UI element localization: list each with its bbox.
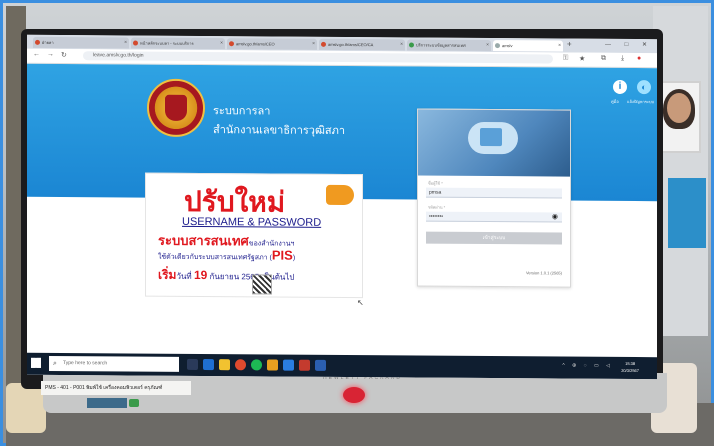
download-icon[interactable]: ⤓ [621, 55, 624, 63]
close-tab-icon[interactable]: × [312, 39, 315, 50]
asset-sticker: PMS - 401 - P001 พิมพ์ใช้ เครื่องคอมพิวเ… [41, 381, 191, 395]
window-controls[interactable]: — □ ✕ [605, 41, 653, 48]
show-password-icon[interactable]: ◉ [552, 212, 558, 222]
calendar-icon [480, 127, 502, 147]
tab-2[interactable]: หน้าหลักระบบลา - ระบบบริการ × [131, 37, 225, 50]
windows-taskbar: ⌕ Type here to search ^ ⊕ ◌ ▭ ◁ 15:38 20… [27, 352, 657, 380]
tab-1[interactable]: ฝ่ายลา × [33, 36, 129, 49]
poster-day: 19 [193, 267, 208, 283]
close-tab-icon[interactable]: × [220, 38, 223, 49]
tab-label: บริการระบบข้อมูลสารสนเทศ [416, 42, 466, 48]
blue-box [668, 178, 706, 248]
favicon-icon [495, 43, 500, 49]
favicon-icon [321, 41, 326, 47]
favicon-icon [409, 42, 414, 48]
cup-left [6, 383, 46, 433]
profile-icon[interactable]: ● [637, 55, 641, 62]
green-tag-icon [129, 399, 139, 407]
forward-button[interactable]: → [47, 51, 54, 58]
qr-code-icon [252, 274, 272, 295]
password-value: •••••••• [429, 213, 444, 220]
senate-emblem-icon [147, 78, 205, 138]
favicon-icon [35, 39, 40, 45]
login-button[interactable]: เข้าสู่ระบบ [426, 231, 562, 245]
password-label: รหัสผ่าน * [428, 204, 446, 210]
line-app-icon[interactable] [251, 359, 262, 371]
star-icon[interactable]: ★ [579, 55, 585, 63]
key-icon[interactable]: ⚿ [563, 55, 568, 63]
password-field[interactable]: •••••••• ◉ [426, 211, 562, 223]
emblem-shield [165, 94, 187, 121]
favicon-icon [133, 40, 138, 46]
file-explorer-icon[interactable] [219, 359, 230, 371]
word-icon[interactable] [315, 359, 326, 371]
username-label: ชื่อผู้ใช้ * [428, 180, 443, 186]
poster-line-2: ใช้ตัวเดียวกับระบบสารสนเทศรัฐสภา (PIS) [158, 247, 295, 264]
portrait-face [667, 93, 691, 123]
close-tab-icon[interactable]: × [124, 37, 127, 48]
taskbar-search-input[interactable]: ⌕ Type here to search [49, 355, 179, 372]
page: ระบบการลา สำนักงานเลขาธิการวุฒิสภา i ◐ ค… [27, 63, 657, 351]
poster-credentials: USERNAME & PASSWORD [182, 215, 322, 229]
powerpoint-icon[interactable] [299, 359, 310, 371]
page-subtitle: สำนักงานเลขาธิการวุฒิสภา [213, 124, 346, 138]
close-tab-icon[interactable]: × [400, 39, 403, 50]
close-tab-icon[interactable]: × [486, 40, 489, 51]
power-light-icon [343, 387, 365, 403]
clock-date: 20/3/2567 [621, 367, 639, 374]
mouse-cursor-icon: ↖ [357, 298, 364, 308]
tab-label: amslv.go.th/ams/CEO/CA [328, 41, 374, 48]
search-placeholder: Type here to search [63, 360, 108, 367]
system-tray[interactable]: ^ ⊕ ◌ ▭ ◁ [562, 363, 613, 369]
username-field[interactable]: pmsa [426, 187, 562, 199]
favicon-icon [229, 41, 234, 47]
announcement-poster: ปรับใหม่ USERNAME & PASSWORD ระบบสารสนเท… [145, 172, 363, 299]
close-tab-icon[interactable]: × [558, 41, 561, 52]
poster-line-3: เริ่มวันที่ 19 กันยายน 2565 เป็นต้นไป [158, 266, 294, 286]
back-button[interactable]: ← [33, 51, 40, 58]
tab-5[interactable]: บริการระบบข้อมูลสารสนเทศ × [407, 39, 491, 52]
search-icon: ⌕ [53, 359, 57, 368]
folder-icon[interactable] [267, 359, 278, 371]
tab-3[interactable]: amslv.go.th/ams/CEO × [227, 38, 317, 50]
asset-label [87, 398, 127, 408]
tab-label: ฝ่ายลา [42, 39, 54, 45]
task-view-icon[interactable] [187, 358, 198, 370]
edge-icon[interactable] [203, 359, 214, 371]
windows-start-icon[interactable] [31, 357, 41, 368]
poster-pis: PIS [271, 247, 293, 263]
poster-start: เริ่ม [158, 267, 177, 282]
tab-label: หน้าหลักระบบลา - ระบบบริการ [140, 40, 194, 46]
poster-date-prefix: วันที่ [176, 271, 194, 281]
reload-button[interactable]: ↻ [61, 51, 67, 59]
poster-same-as: ใช้ตัวเดียวกับระบบสารสนเทศรัฐสภา ( [158, 253, 272, 262]
chrome-icon[interactable] [235, 359, 246, 371]
login-header-image [418, 109, 570, 177]
login-card: ชื่อผู้ใช้ * pmsa รหัสผ่าน * •••••••• ◉ … [417, 108, 571, 288]
store-icon[interactable] [283, 359, 294, 371]
tab-label: amslv [502, 43, 513, 49]
tab-6-active[interactable]: amslv × [493, 40, 563, 52]
url-input[interactable]: leave.amslv.go.th/login [83, 51, 553, 64]
manual-info-icon[interactable]: i [613, 79, 627, 94]
support-icon[interactable]: ◐ [637, 80, 651, 95]
support-label[interactable]: แจ้งปัญหาระบบ [627, 98, 654, 105]
new-tab-button[interactable]: + [567, 40, 572, 49]
screen: ฝ่ายลา × หน้าหลักระบบลา - ระบบบริการ × a… [27, 34, 657, 380]
photo-background: HEWLETT PACKARD PMS - 401 - P001 พิมพ์ใช… [0, 0, 714, 446]
extensions-icon[interactable]: ⧉ [601, 55, 606, 63]
tab-label: amslv.go.th/ams/CEO [236, 41, 275, 47]
version-label: Version 1.0.1 (2565) [525, 270, 562, 276]
megaphone-icon [326, 184, 354, 206]
page-title: ระบบการลา [213, 105, 271, 118]
tab-4[interactable]: amslv.go.th/ams/CEO/CA × [319, 38, 405, 51]
poster-paren: ) [292, 254, 296, 262]
taskbar-clock[interactable]: 15:38 20/3/2567 [621, 360, 639, 374]
manual-label[interactable]: คู่มือ [611, 98, 619, 105]
